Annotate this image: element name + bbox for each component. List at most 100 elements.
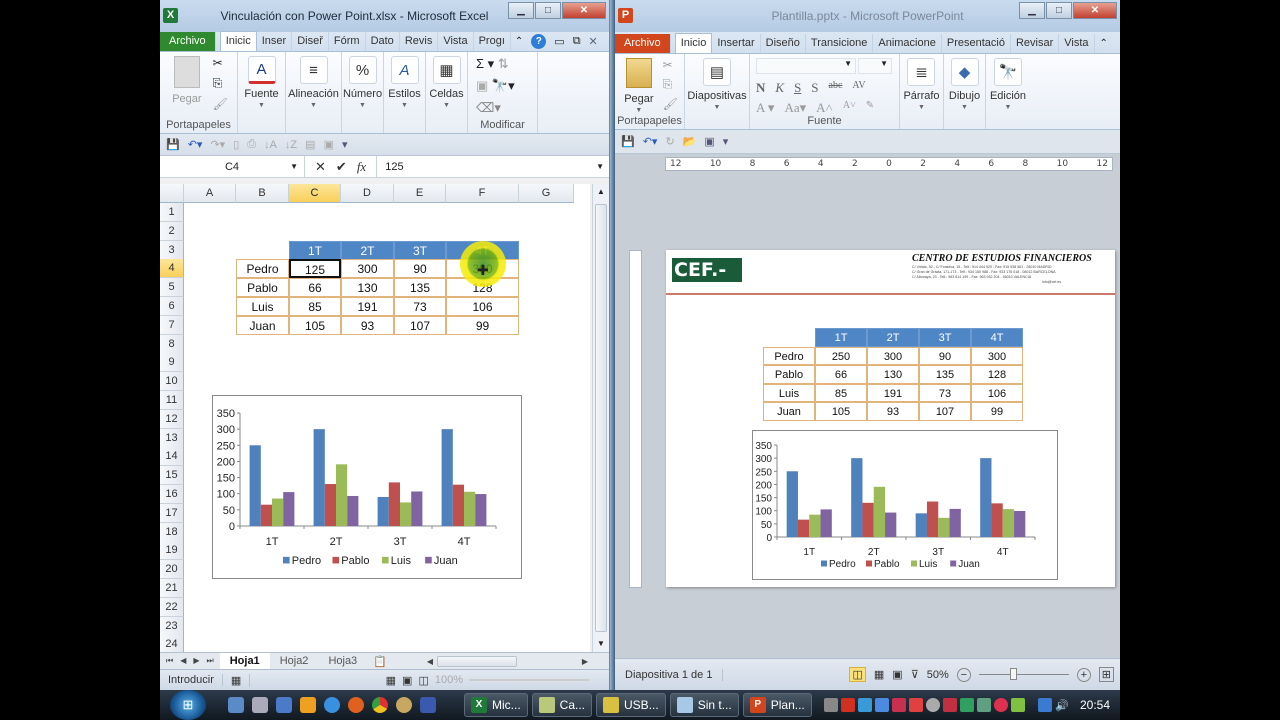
tray-icon[interactable] [977,698,992,712]
tab-inicio[interactable]: Inicic [219,31,257,51]
page-break-view-icon[interactable]: ◫ [418,674,428,687]
tray-icon[interactable] [892,698,907,712]
table-cell[interactable]: 300 [341,259,394,279]
tab-vista[interactable]: Vista [1059,34,1095,53]
clock[interactable]: 20:54 [1080,698,1110,712]
format-painter-icon[interactable]: 🖌 [663,97,678,111]
tab-datos[interactable]: Dato [366,32,400,51]
grow-font-button[interactable]: A˄ [816,100,833,116]
tab-insertar[interactable]: Insertar [712,34,761,53]
disc-burner-icon[interactable] [396,697,412,713]
dropbox-icon[interactable] [858,698,873,712]
autosum-icon[interactable]: Σ ▾ ⇅ [476,56,515,72]
row-header-3[interactable]: 3 [160,240,184,260]
taskbar-button[interactable]: P Plan... [742,693,812,717]
save-icon[interactable]: 💾 [166,138,180,151]
font-size-select[interactable]: ▼ [858,58,892,74]
editing-button[interactable]: 🔭 Edición ▼ [987,58,1029,111]
row-header-14[interactable]: 14 [160,447,184,467]
font-name-select[interactable]: ▼ [756,58,856,74]
tray-icon[interactable] [1011,698,1026,712]
format-painter-icon[interactable]: 🖌 [213,97,228,111]
firefox-icon[interactable] [348,697,364,713]
row-header-1[interactable]: 1 [160,203,184,222]
doc-minimize-icon[interactable]: ▭ [554,35,564,48]
network-icon[interactable] [1038,698,1053,712]
row-header-17[interactable]: 17 [160,503,184,523]
row-header-8[interactable]: 8 [160,334,184,354]
close-button[interactable]: ✕ [562,2,606,19]
volume-icon[interactable]: 🔊 [1055,699,1069,712]
table-cell[interactable]: 105 [289,315,341,335]
tab-vista[interactable]: Vista [438,32,474,51]
next-sheet-icon[interactable]: ▶ [193,656,199,666]
open-icon[interactable]: 📂 [683,135,697,148]
clear-icon[interactable]: ⌫▾ [476,100,515,116]
cut-icon[interactable]: ✂ [663,58,678,72]
table-cell[interactable]: 135 [394,278,446,298]
taskbar-button[interactable]: Sin t... [669,693,739,717]
bold-button[interactable]: N [756,80,765,96]
excel-chart[interactable]: 0 50 100 150 200 250 300 350 1T 2T 3T 4T Pedro Pablo L… [212,395,522,579]
column-header-d[interactable]: D [341,184,394,203]
table-header-cell[interactable]: 1T [289,240,341,260]
doc-close-icon[interactable]: ✕ [589,35,598,48]
start-button[interactable]: ⊞ [170,690,206,720]
tab-presentacion[interactable]: Presentació [942,34,1011,53]
calculator-icon[interactable] [252,697,268,713]
row-header-21[interactable]: 21 [160,579,184,598]
column-header-a[interactable]: A [184,184,236,203]
customize-qat-icon[interactable]: ▾ [723,135,729,148]
tab-insertar[interactable]: Inser [257,32,293,51]
column-header-c[interactable]: C [289,184,341,203]
strikethrough-button[interactable]: abc [829,80,843,96]
paste-button[interactable]: Pegar ▼ [621,58,656,114]
minimize-button[interactable]: ▁ [1019,2,1045,19]
row-header-16[interactable]: 16 [160,485,184,504]
vertical-scrollbar[interactable]: ▲ ▼ [592,184,609,652]
fill-icon[interactable]: ▣ 🔭▾ [476,78,515,94]
row-header-18[interactable]: 18 [160,522,184,542]
name-box[interactable]: C4 ▼ [160,155,305,178]
tab-formulas[interactable]: Fórm [329,32,366,51]
sort-desc-icon[interactable]: ↓Z [285,139,297,151]
cancel-icon[interactable]: ✕ [315,159,326,175]
row-header-9[interactable]: 9 [160,353,184,373]
copy-icon[interactable]: ⎘ [213,76,228,91]
tab-revisar[interactable]: Revis [400,32,439,51]
number-button[interactable]: % Número ▼ [340,56,385,109]
tab-diseno[interactable]: Diseř [292,32,329,51]
minimize-ribbon-icon[interactable]: ⌃ [515,36,523,47]
row-header-6[interactable]: 6 [160,297,184,316]
chrome-icon[interactable] [372,697,388,713]
print-preview-icon[interactable]: ⎙ [247,138,256,151]
zoom-out-icon[interactable]: − [956,667,971,682]
undo-icon[interactable]: ↶▾ [188,138,203,151]
table-cell[interactable]: 99 [446,315,519,335]
table-cell[interactable]: 130 [341,278,394,298]
zoom-slider-thumb[interactable] [1010,668,1018,680]
table-header-cell[interactable]: 3T [394,240,446,260]
expand-formula-bar-icon[interactable]: ▼ [591,162,609,171]
font-color-button[interactable]: A ▾ [756,100,774,116]
tab-transiciones[interactable]: Transicione [806,34,874,53]
new-icon[interactable]: ▯ [233,138,239,151]
amd-icon[interactable] [841,698,856,712]
tray-icon[interactable] [909,698,924,712]
paste-button[interactable]: Pegar [169,56,204,111]
horizontal-scrollbar[interactable]: ◀ ▶ [427,655,609,668]
row-header-7[interactable]: 7 [160,315,184,335]
tab-diseno[interactable]: Diseño [761,34,806,53]
cells-button[interactable]: ▦ Celdas ▼ [426,56,466,109]
media-player-icon[interactable] [300,697,316,713]
page-layout-view-icon[interactable]: ▣ [402,674,412,687]
row-header-4[interactable]: 4 [160,259,184,279]
tray-icon[interactable] [824,698,839,712]
tab-programador[interactable]: Progı [474,32,511,51]
maximize-button[interactable]: □ [535,2,561,19]
taskbar-button[interactable]: USB... [596,693,666,717]
font-button[interactable]: A Fuente ▼ [241,56,281,109]
tray-icon[interactable] [875,698,890,712]
table-cell[interactable]: 73 [394,297,446,316]
select-all-corner[interactable] [160,184,184,203]
